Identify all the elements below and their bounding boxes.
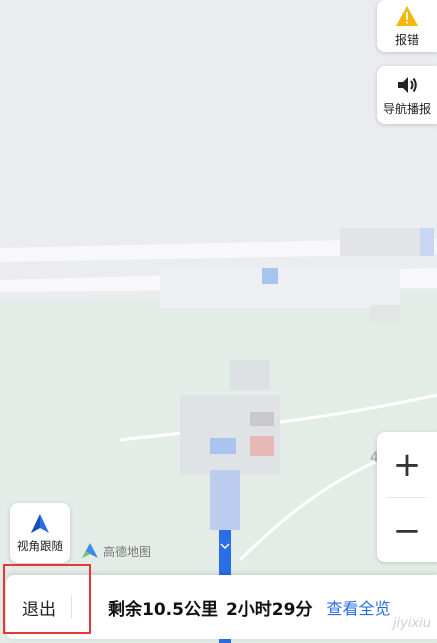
- blurred-label: [420, 228, 434, 256]
- blurred-poi: [250, 412, 274, 426]
- blurred-label: [262, 268, 278, 284]
- view-follow-label: 视角跟随: [17, 538, 63, 553]
- report-error-label: 报错: [394, 32, 419, 47]
- zoom-in-button[interactable]: +: [377, 432, 437, 497]
- warning-icon: [396, 5, 418, 26]
- blurred-poi: [210, 438, 236, 454]
- highlight-box: [3, 564, 91, 634]
- brand-label: 高德地图: [103, 544, 152, 559]
- navigation-arrow-icon: [31, 513, 49, 533]
- remaining-info: 剩余10.5公里 2小时29分: [108, 595, 312, 620]
- remaining-time: 2小时29分: [225, 599, 313, 620]
- blurred-poi: [180, 395, 280, 475]
- blurred-poi: [250, 436, 274, 456]
- remaining-distance: 剩余10.5公里: [108, 599, 218, 620]
- amap-logo-icon: [82, 543, 98, 558]
- blurred-label: [340, 228, 420, 256]
- zoom-control: + −: [377, 432, 437, 562]
- blurred-label: [160, 268, 400, 308]
- blurred-poi: [230, 360, 270, 390]
- view-overview-link[interactable]: 查看全览: [326, 595, 390, 619]
- voice-broadcast-label: 导航播报: [382, 101, 431, 116]
- speaker-icon: [398, 76, 417, 93]
- watermark-text: jiyixiu: [392, 616, 431, 631]
- report-error-button[interactable]: 报错: [377, 0, 437, 52]
- brand-logo: 高德地图: [80, 542, 151, 560]
- blurred-poi: [370, 305, 400, 323]
- blurred-poi: [210, 470, 240, 530]
- zoom-out-button[interactable]: −: [377, 498, 437, 563]
- view-follow-button[interactable]: 视角跟随: [10, 503, 70, 563]
- voice-broadcast-button[interactable]: 导航播报: [377, 66, 437, 124]
